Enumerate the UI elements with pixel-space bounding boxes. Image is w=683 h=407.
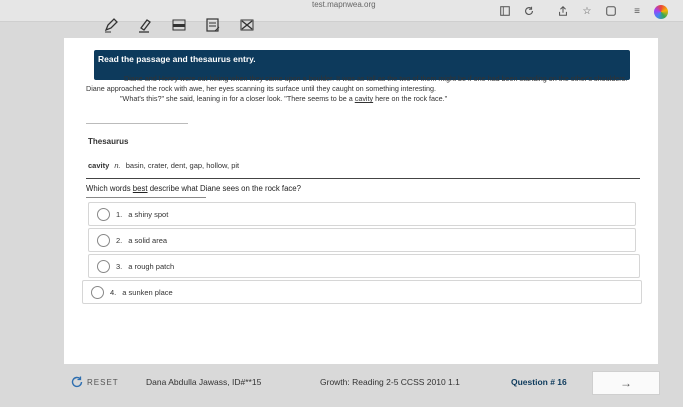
reset-button[interactable]: RESET [70, 375, 119, 389]
answer-option-3[interactable]: 3. a rough patch [88, 254, 640, 278]
option-text: a shiny spot [128, 209, 169, 219]
radio-button[interactable] [97, 233, 110, 247]
radio-button[interactable] [97, 207, 110, 221]
browser-url[interactable]: test.mapnwea.org [312, 0, 376, 9]
next-button[interactable]: → [592, 371, 660, 395]
answer-option-2[interactable]: 2. a solid area [88, 228, 636, 252]
divider [86, 178, 640, 179]
notepad-icon[interactable] [202, 15, 224, 35]
answer-option-1[interactable]: 1. a shiny spot [88, 202, 636, 226]
divider [86, 123, 188, 124]
thesaurus-synonyms: basin, crater, dent, gap, hollow, pit [125, 161, 240, 170]
bookmark-star-icon[interactable]: ☆ [580, 4, 594, 18]
answer-option-4[interactable]: 4. a sunken place [82, 280, 642, 304]
passage-text: "What's this?" she said, leaning in for … [120, 94, 355, 103]
tabs-icon[interactable] [604, 4, 618, 18]
passage-paragraph-2: "What's this?" she said, leaning in for … [86, 94, 630, 104]
growth-label: Growth: Reading 2-5 CCSS 2010 1.1 [320, 377, 460, 387]
passage: Diane and Henry were out hiking when the… [86, 74, 630, 104]
question-end: describe what Diane sees on the rock fac… [147, 184, 301, 193]
share-icon[interactable] [556, 4, 570, 18]
student-name: Dana Abdulla Jawass, ID#**15 [146, 377, 262, 387]
option-label: 4. a sunken place [110, 288, 173, 297]
reset-icon [71, 376, 83, 388]
passage-paragraph-1: Diane and Henry were out hiking when the… [86, 74, 628, 93]
reload-icon[interactable] [522, 4, 536, 18]
passage-text-end: here on the rock face." [373, 94, 448, 103]
divider [86, 197, 206, 198]
reset-label: RESET [87, 377, 119, 387]
thesaurus-title: Thesaurus [88, 137, 129, 146]
thesaurus-pos: n. [114, 161, 121, 170]
next-arrow-icon: → [620, 376, 632, 390]
pen-icon[interactable] [100, 15, 122, 35]
answer-eliminator-icon[interactable] [236, 15, 258, 35]
profile-icon[interactable] [654, 5, 668, 19]
instruction-text: Read the passage and thesaurus entry. [98, 54, 256, 64]
question-start: Which words [86, 184, 133, 193]
radio-button[interactable] [91, 285, 104, 299]
option-number: 2. [116, 235, 123, 245]
menu-icon[interactable]: ≡ [630, 4, 644, 18]
option-number: 1. [116, 209, 123, 219]
option-label: 2. a solid area [116, 236, 167, 245]
option-text: a solid area [128, 235, 168, 245]
option-label: 3. a rough patch [116, 262, 174, 271]
question-emphasis: best [132, 184, 148, 193]
line-reader-icon[interactable] [168, 15, 190, 35]
option-number: 4. [110, 287, 117, 297]
option-text: a rough patch [128, 261, 175, 271]
option-label: 1. a shiny spot [116, 210, 168, 219]
annotation-toolbar [100, 15, 258, 35]
highlighter-icon[interactable] [134, 15, 156, 35]
cavity-word: cavity [354, 94, 374, 103]
reader-view-icon[interactable] [498, 4, 512, 18]
option-number: 3. [116, 261, 123, 271]
question-text: Which words best describe what Diane see… [86, 184, 301, 193]
option-text: a sunken place [122, 287, 173, 297]
radio-button[interactable] [97, 259, 110, 273]
thesaurus-word: cavity [88, 161, 110, 170]
question-number: Question # 16 [511, 377, 567, 387]
thesaurus-entry: cavity n. basin, crater, dent, gap, holl… [88, 161, 239, 170]
